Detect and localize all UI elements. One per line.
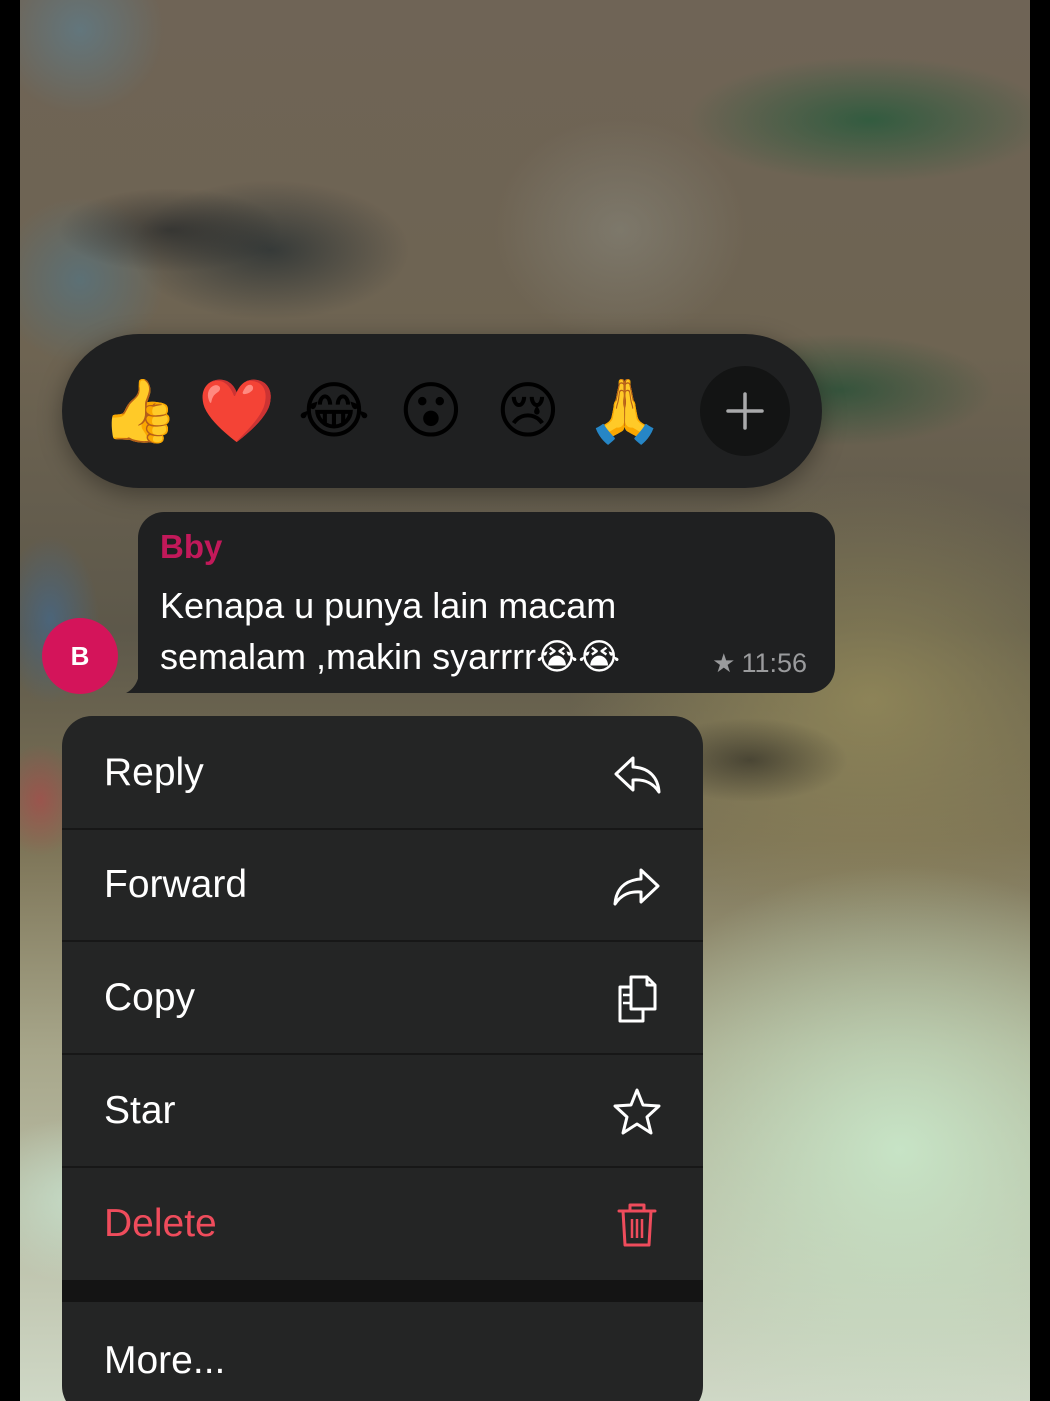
reaction-surprised[interactable]: 😮 bbox=[391, 372, 471, 452]
message-bubble[interactable]: Bby Kenapa u punya lain macam semalam ,m… bbox=[138, 512, 835, 693]
menu-item-label: Star bbox=[104, 1089, 176, 1132]
menu-item-more[interactable]: More... bbox=[62, 1302, 703, 1401]
reaction-bar: 👍 ❤️ 😂 😮 😢 🙏 bbox=[62, 334, 822, 488]
trash-icon bbox=[617, 1203, 657, 1247]
menu-item-star[interactable]: Star bbox=[62, 1054, 703, 1168]
menu-item-delete[interactable]: Delete bbox=[62, 1167, 703, 1279]
menu-item-label: Copy bbox=[104, 976, 196, 1019]
message-meta: ★ 11:56 bbox=[712, 648, 807, 679]
reaction-heart[interactable]: ❤️ bbox=[197, 372, 277, 452]
menu-item-forward[interactable]: Forward bbox=[62, 828, 703, 942]
more-reactions-button[interactable] bbox=[700, 366, 790, 456]
menu-item-copy[interactable]: Copy bbox=[62, 941, 703, 1055]
message-time: 11:56 bbox=[741, 648, 807, 678]
copy-icon bbox=[618, 975, 657, 1023]
starred-icon: ★ bbox=[712, 648, 736, 678]
reaction-thumbs-up[interactable]: 👍 bbox=[100, 372, 180, 452]
sender-name: Bby bbox=[160, 528, 223, 565]
message-text: Kenapa u punya lain macam semalam ,makin… bbox=[160, 585, 621, 677]
menu-item-label: More... bbox=[104, 1339, 226, 1382]
avatar[interactable]: B bbox=[42, 618, 118, 694]
star-icon bbox=[613, 1088, 661, 1135]
reaction-praying[interactable]: 🙏 bbox=[585, 372, 665, 452]
menu-divider bbox=[62, 1280, 703, 1302]
context-menu: Reply Forward Copy Star Delete More... bbox=[62, 716, 703, 1401]
menu-item-label: Delete bbox=[104, 1202, 217, 1245]
reaction-crying[interactable]: 😢 bbox=[488, 372, 568, 452]
chat-screen: 👍 ❤️ 😂 😮 😢 🙏 B Bby Kenapa u punya lain m… bbox=[20, 0, 1030, 1401]
menu-item-label: Forward bbox=[104, 863, 248, 906]
forward-icon bbox=[613, 868, 660, 906]
plus-icon bbox=[726, 392, 764, 430]
menu-item-label: Reply bbox=[104, 751, 204, 794]
reaction-laughing[interactable]: 😂 bbox=[294, 372, 374, 452]
reply-icon bbox=[614, 756, 661, 794]
menu-item-reply[interactable]: Reply bbox=[62, 716, 703, 830]
